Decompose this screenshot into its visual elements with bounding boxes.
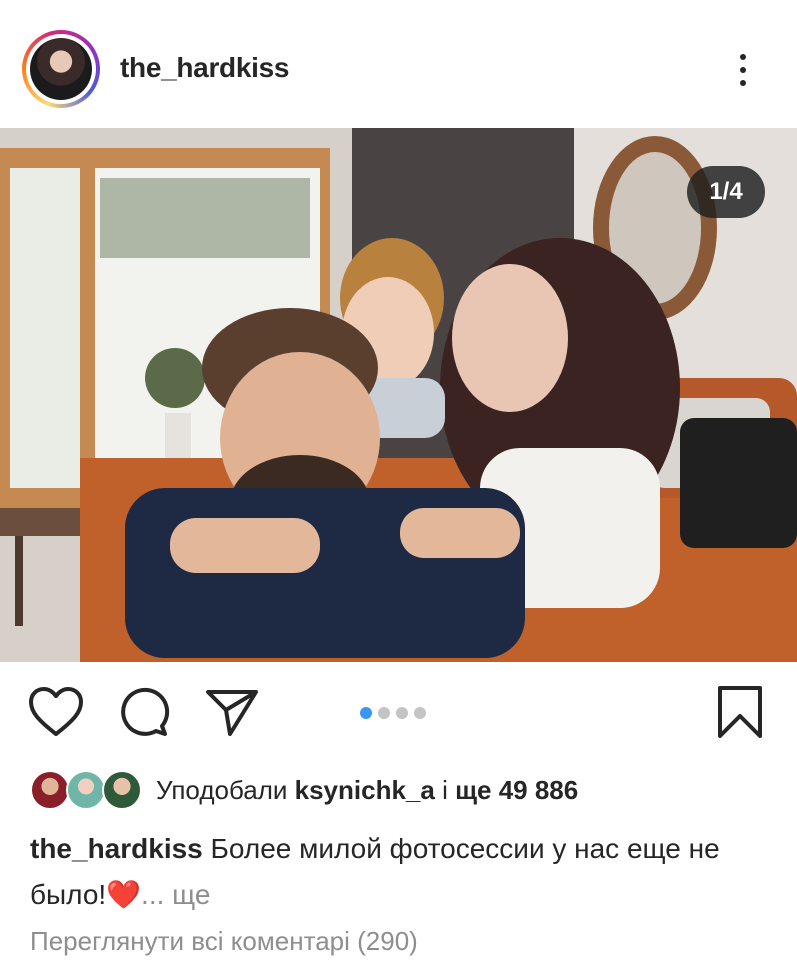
likes-text: Уподобали ksynichk_a і ще 49 886 [156,775,578,806]
avatar-image [30,38,92,100]
heart-emoji-icon: ❤️ [106,879,142,910]
likes-row[interactable]: Уподобали ksynichk_a і ще 49 886 [30,770,578,810]
send-icon[interactable] [204,686,260,738]
carousel-dot [378,707,390,719]
post-username[interactable]: the_hardkiss [120,52,289,84]
likes-count[interactable]: ще 49 886 [455,775,578,805]
liker-avatars [30,770,142,810]
heart-icon[interactable] [28,686,84,738]
carousel-dot-active [360,707,372,719]
more-vertical-icon-dot [740,80,746,86]
bookmark-icon[interactable] [716,684,764,740]
caption-username[interactable]: the_hardkiss [30,833,203,864]
avatar[interactable] [22,30,100,108]
post-header: the_hardkiss [0,0,797,128]
liker-avatar [66,770,106,810]
photo-illustration [0,128,797,662]
view-all-comments-link[interactable]: Переглянути всі коментарі (290) [30,926,418,957]
comment-icon[interactable] [118,686,170,738]
carousel-counter: 1/4 [687,166,765,218]
carousel-indicator [360,706,432,724]
liker-avatar [30,770,70,810]
likes-prefix: Уподобали [156,774,295,805]
likes-user[interactable]: ksynichk_a [295,775,435,805]
more-vertical-icon-dot [740,67,746,73]
carousel-dot [396,707,408,719]
action-bar [0,662,797,762]
more-vertical-icon [740,54,746,60]
liker-avatar [102,770,142,810]
avatar-inner [26,34,96,104]
caption-more-link[interactable]: ... ще [141,879,210,910]
more-options-button[interactable] [728,50,758,90]
carousel-dot [414,707,426,719]
likes-mid: і [434,774,456,805]
post-caption: the_hardkiss Более милой фотосессии у на… [30,826,770,918]
post-photo[interactable]: 1/4 [0,128,797,662]
